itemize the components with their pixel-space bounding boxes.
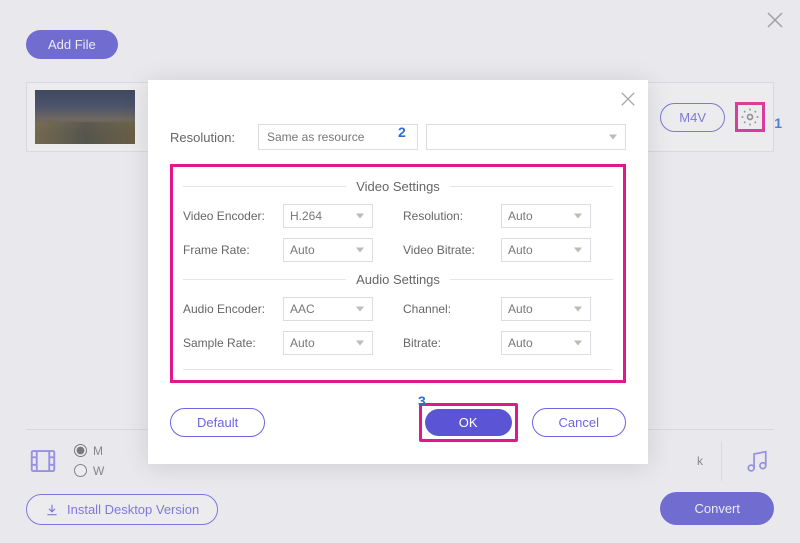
highlight-box-2: Video Settings Video Encoder: H.264 Reso… — [170, 164, 626, 383]
audio-encoder-label: Audio Encoder: — [183, 302, 283, 316]
preset-select[interactable] — [426, 124, 626, 150]
audio-encoder-select[interactable]: AAC — [283, 297, 373, 321]
chevron-down-icon — [356, 214, 364, 219]
video-encoder-label: Video Encoder: — [183, 209, 283, 223]
divider — [183, 279, 346, 280]
channel-select[interactable]: Auto — [501, 297, 591, 321]
video-bitrate-select[interactable]: Auto — [501, 238, 591, 262]
chevron-down-icon — [574, 341, 582, 346]
divider — [450, 186, 613, 187]
resolution-select[interactable]: Same as resource — [258, 124, 418, 150]
video-bitrate-label: Video Bitrate: — [403, 243, 501, 257]
resolution2-label: Resolution: — [403, 209, 501, 223]
ok-button[interactable]: OK — [425, 409, 512, 436]
resolution-value: Same as resource — [267, 130, 364, 144]
frame-rate-label: Frame Rate: — [183, 243, 283, 257]
chevron-down-icon — [356, 341, 364, 346]
frame-rate-select[interactable]: Auto — [283, 238, 373, 262]
chevron-down-icon — [574, 214, 582, 219]
resolution-label: Resolution: — [170, 130, 250, 145]
highlight-box-3: OK — [419, 403, 518, 442]
sample-rate-select[interactable]: Auto — [283, 331, 373, 355]
divider — [450, 279, 613, 280]
cancel-button[interactable]: Cancel — [532, 408, 626, 437]
annotation-2: 2 — [398, 124, 406, 140]
chevron-down-icon — [609, 135, 617, 140]
chevron-down-icon — [574, 307, 582, 312]
channel-label: Channel: — [403, 302, 501, 316]
audio-settings-heading: Audio Settings — [356, 272, 440, 287]
audio-bitrate-label: Bitrate: — [403, 336, 501, 350]
dialog-close-icon[interactable] — [620, 90, 636, 113]
chevron-down-icon — [574, 248, 582, 253]
chevron-down-icon — [356, 307, 364, 312]
annotation-3: 3 — [418, 393, 426, 409]
video-resolution-select[interactable]: Auto — [501, 204, 591, 228]
divider — [183, 186, 346, 187]
video-settings-heading: Video Settings — [356, 179, 440, 194]
audio-bitrate-select[interactable]: Auto — [501, 331, 591, 355]
default-button[interactable]: Default — [170, 408, 265, 437]
divider — [183, 369, 613, 370]
sample-rate-label: Sample Rate: — [183, 336, 283, 350]
chevron-down-icon — [356, 248, 364, 253]
video-encoder-select[interactable]: H.264 — [283, 204, 373, 228]
